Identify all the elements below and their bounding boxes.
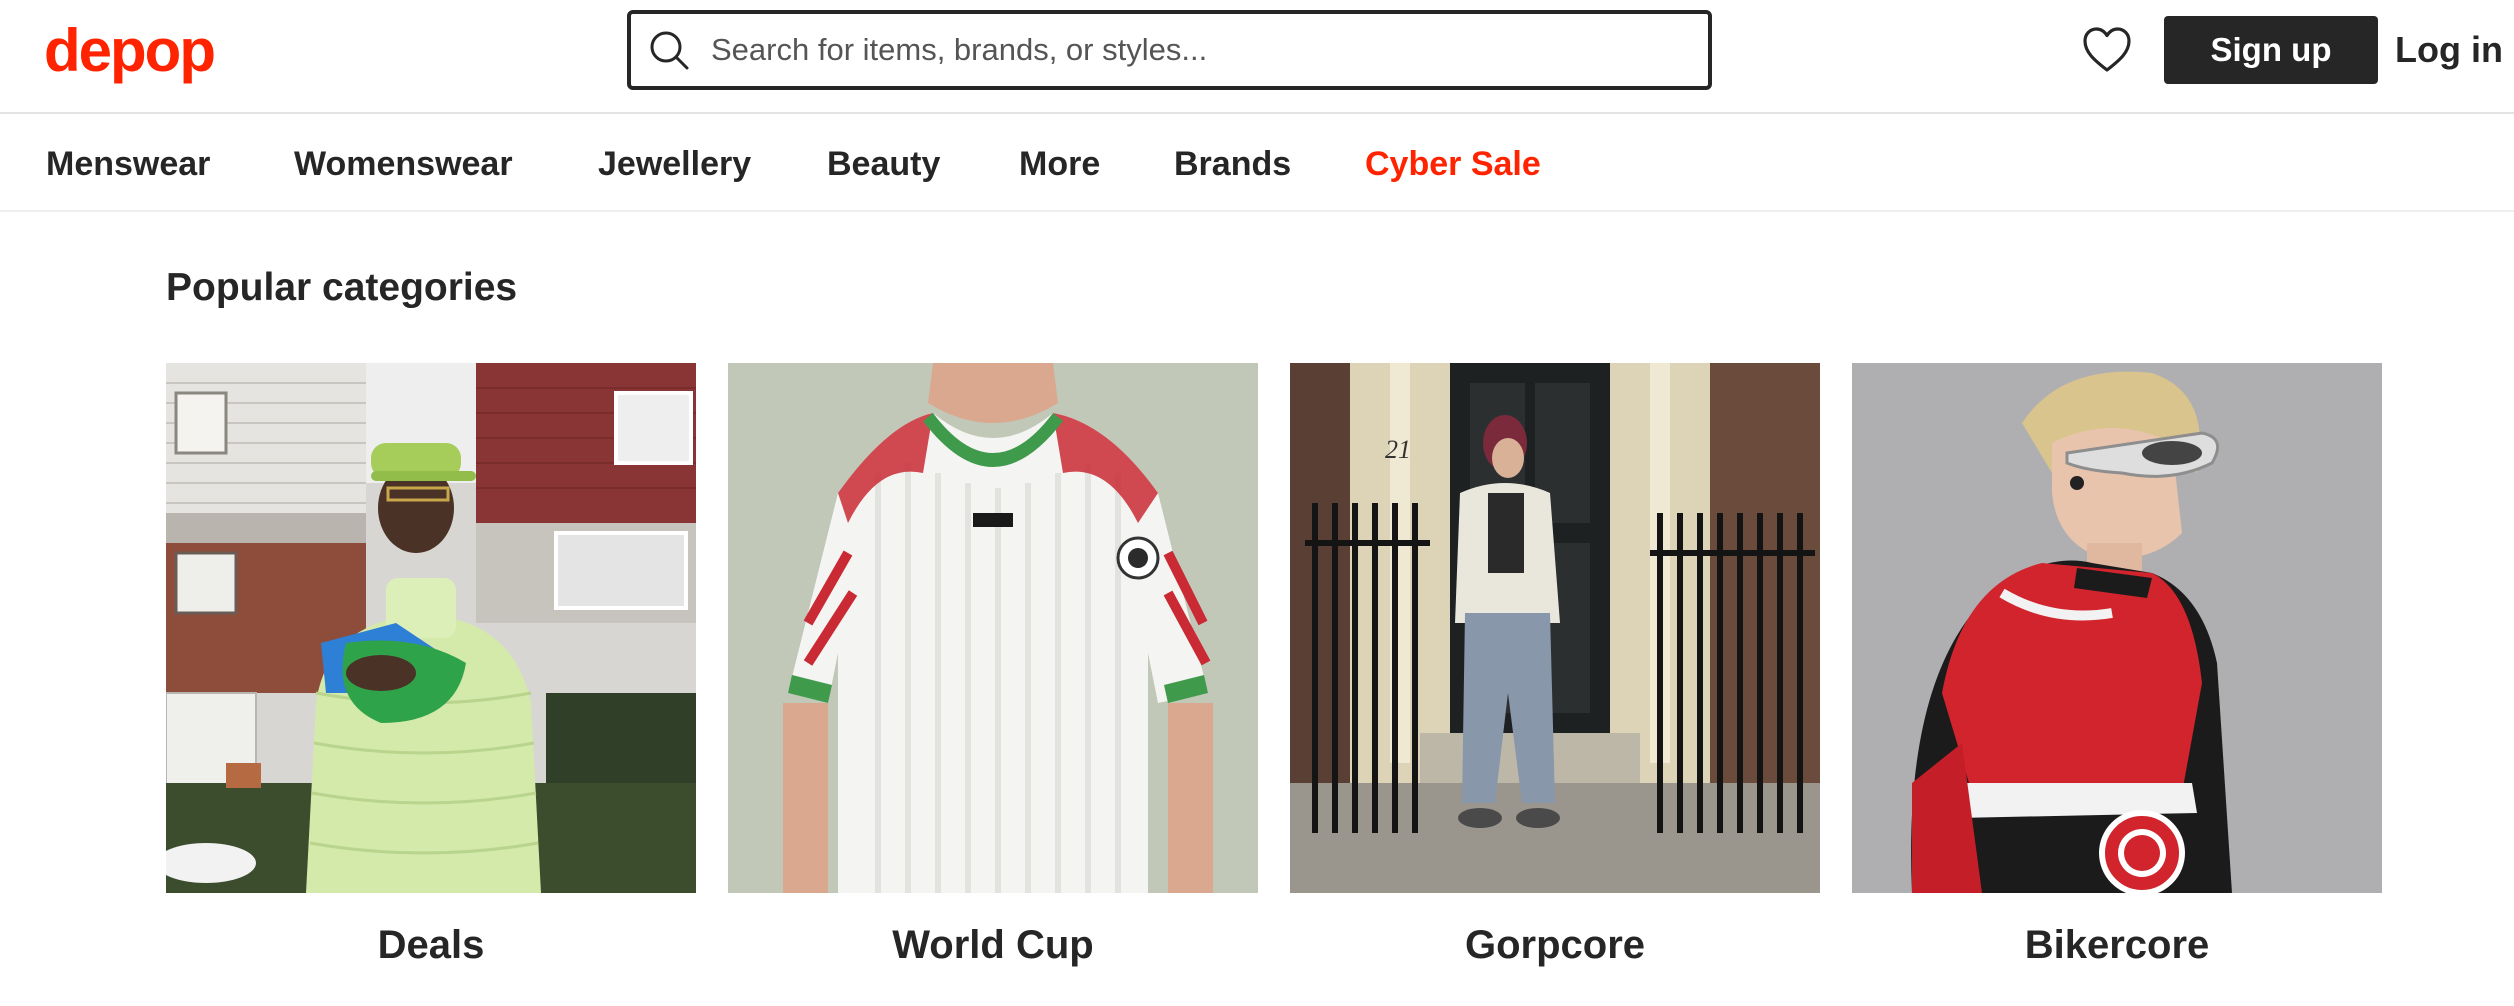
nav-item-menswear[interactable]: Menswear (46, 142, 210, 186)
nav-item-more[interactable]: More (1019, 142, 1100, 186)
category-label: Deals (377, 923, 485, 967)
search-input[interactable] (711, 22, 1691, 78)
section-title: Popular categories (166, 266, 518, 309)
category-label: World Cup (892, 923, 1094, 967)
category-nav: Menswear Womenswear Jewellery Beauty Mor… (0, 116, 2514, 212)
category-label: Gorpcore (1464, 923, 1646, 967)
nav-item-cyber-sale[interactable]: Cyber Sale (1365, 142, 1541, 186)
category-card-world-cup[interactable]: World Cup (728, 363, 1258, 985)
heart-icon[interactable] (2082, 26, 2132, 74)
category-card-bikercore[interactable]: Bikercore (1852, 363, 2382, 985)
search-icon (650, 31, 689, 70)
log-in-button[interactable]: Log in (2394, 16, 2504, 84)
nav-item-brands[interactable]: Brands (1174, 142, 1291, 186)
sign-up-button[interactable]: Sign up (2164, 16, 2378, 84)
category-image-gorpcore: 21 (1290, 363, 1820, 893)
category-image-world-cup (728, 363, 1258, 893)
search-bar[interactable] (627, 10, 1712, 90)
category-card-deals[interactable]: Deals (166, 363, 696, 985)
category-card-gorpcore[interactable]: 21 Gorpcore (1290, 363, 1820, 985)
nav-item-jewellery[interactable]: Jewellery (598, 142, 751, 186)
site-header: depop Sign up Log in (0, 0, 2514, 114)
svg-text:21: 21 (1385, 435, 1411, 464)
depop-logo[interactable]: depop (44, 16, 216, 86)
category-label: Bikercore (2024, 923, 2210, 967)
nav-item-womenswear[interactable]: Womenswear (294, 142, 513, 186)
nav-item-beauty[interactable]: Beauty (827, 142, 940, 186)
category-image-bikercore (1852, 363, 2382, 893)
category-image-deals (166, 363, 696, 893)
